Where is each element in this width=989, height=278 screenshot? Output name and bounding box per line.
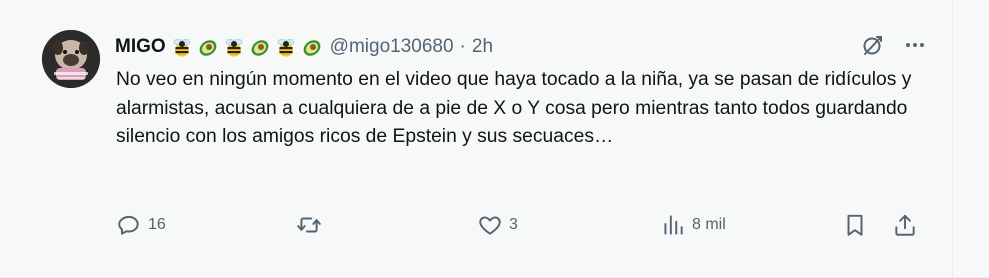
grok-icon xyxy=(863,36,882,55)
bookmark-button[interactable] xyxy=(842,212,892,238)
timestamp[interactable]: 2h xyxy=(472,36,493,58)
avatar[interactable] xyxy=(42,30,100,88)
reply-count: 16 xyxy=(148,216,166,233)
avatar-image xyxy=(42,30,100,88)
bee-icon xyxy=(225,38,242,57)
display-name-text[interactable]: MIGO xyxy=(115,36,166,58)
share-icon xyxy=(895,214,915,236)
bookmark-icon xyxy=(847,214,863,236)
tweet-card[interactable]: MIGO @migo130680 · 2h No veo en ningún m… xyxy=(20,0,953,277)
avocado-icon xyxy=(199,40,217,56)
retweet-button[interactable] xyxy=(296,212,477,238)
analytics-icon xyxy=(664,215,683,235)
bee-icon xyxy=(277,38,294,57)
view-count: 8 mil xyxy=(692,216,726,233)
avocado-icon xyxy=(303,40,321,56)
avocado-icon xyxy=(251,40,269,56)
retweet-icon xyxy=(297,217,321,233)
tweet-actions: 16 3 8 mil xyxy=(116,205,926,245)
share-button[interactable] xyxy=(892,212,922,238)
heart-icon xyxy=(479,216,501,235)
like-count: 3 xyxy=(509,216,518,233)
like-button[interactable]: 3 xyxy=(477,212,660,238)
header-actions xyxy=(861,33,927,57)
name-emojis xyxy=(170,35,324,59)
user-handle[interactable]: @migo130680 xyxy=(330,36,454,58)
more-icon xyxy=(906,43,924,47)
bee-icon xyxy=(173,38,190,57)
display-name[interactable]: MIGO xyxy=(115,36,166,58)
reply-button[interactable]: 16 xyxy=(116,212,296,238)
reply-icon xyxy=(118,215,139,235)
tweet-header: MIGO @migo130680 · 2h xyxy=(115,33,922,61)
separator-dot: · xyxy=(459,36,466,57)
more-options-button[interactable] xyxy=(903,33,927,57)
grok-button[interactable] xyxy=(861,33,885,57)
tweet-text: No veo en ningún momento en el video que… xyxy=(116,69,912,147)
views-button[interactable]: 8 mil xyxy=(660,212,842,238)
